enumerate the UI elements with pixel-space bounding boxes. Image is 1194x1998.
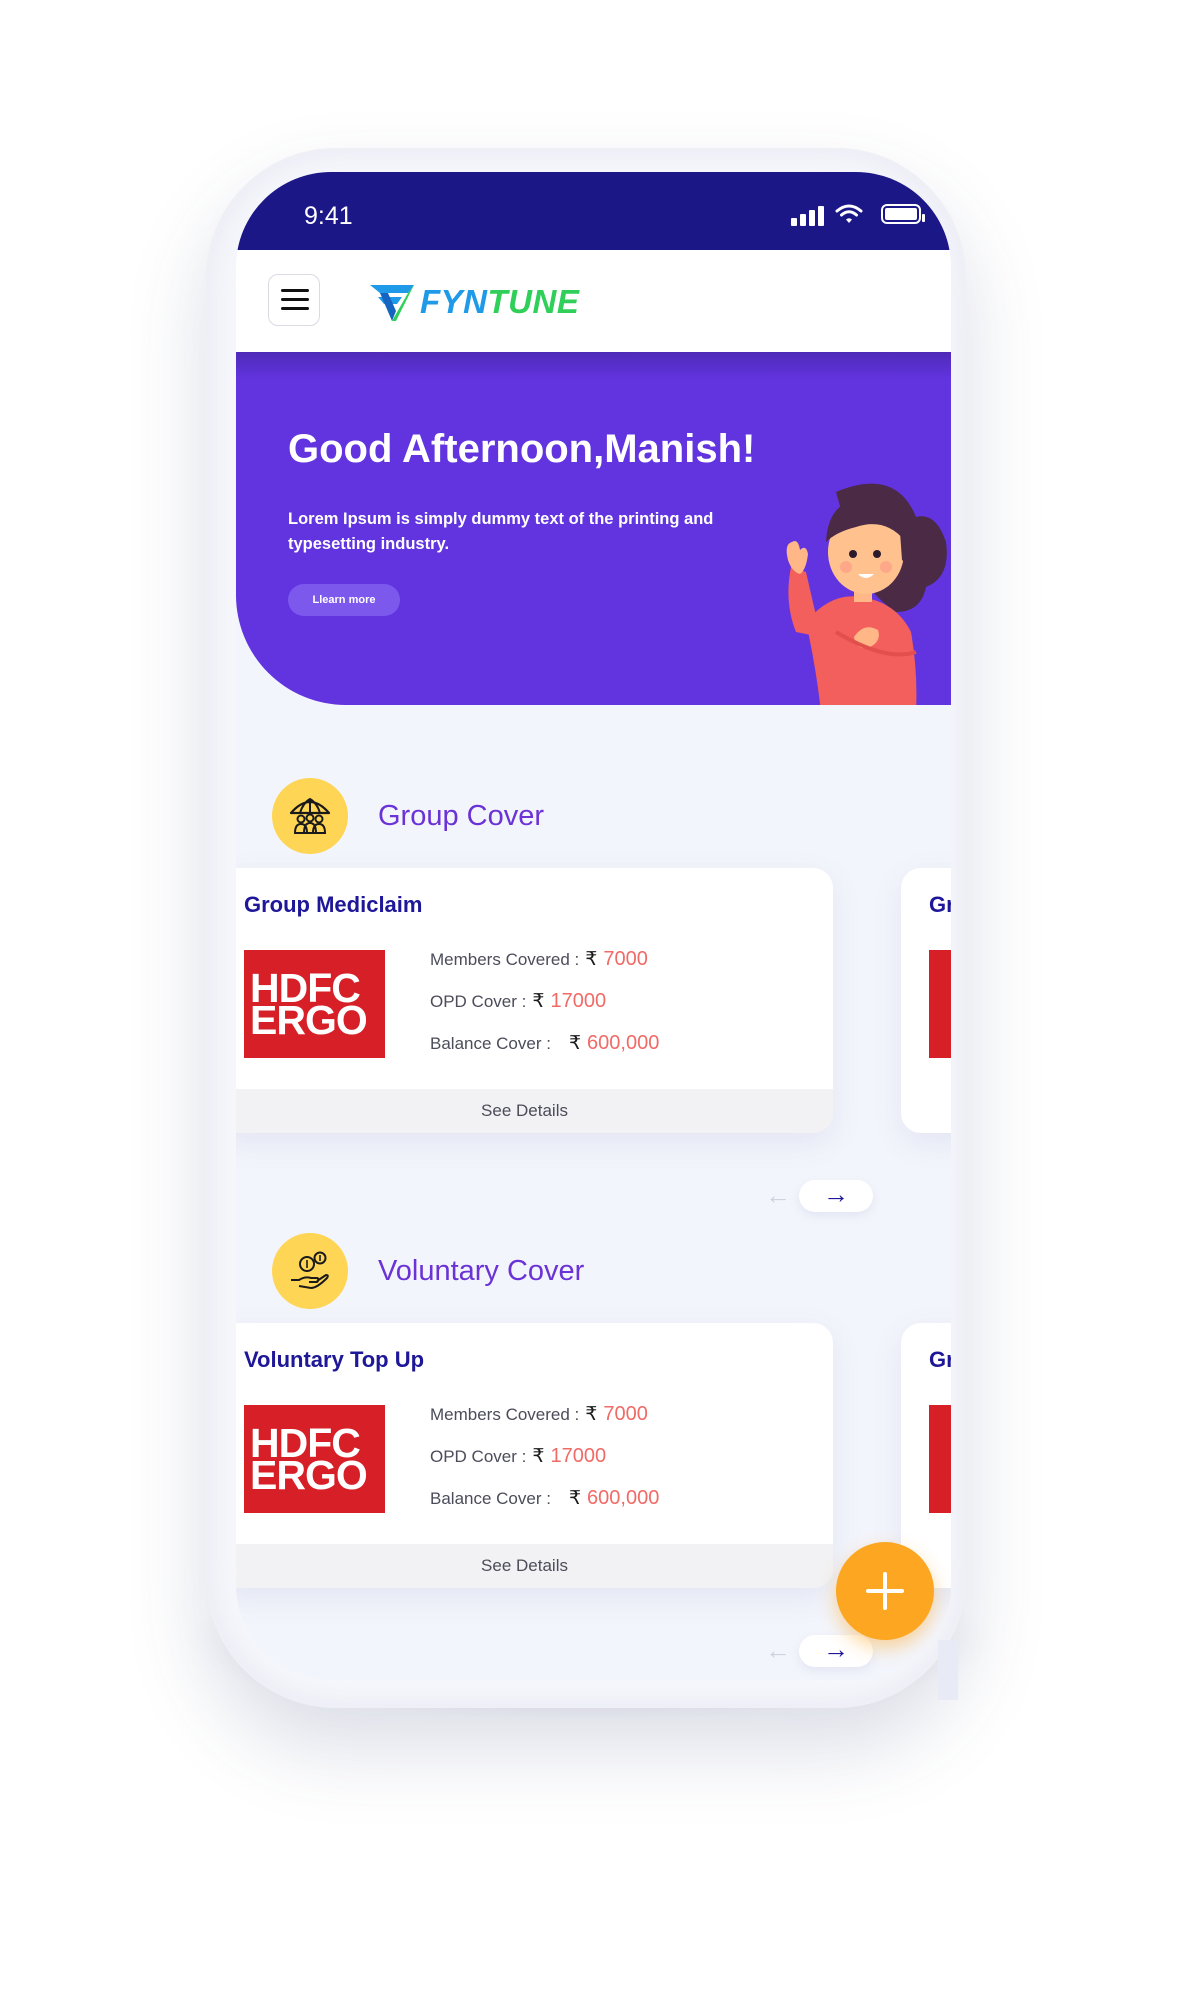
plus-icon — [866, 1572, 904, 1610]
logo-mark-icon — [370, 285, 414, 321]
battery-icon — [881, 204, 925, 224]
opd-cover: OPD Cover : ₹17000 — [430, 990, 607, 1012]
greeting-title: Good Afternoon,Manish! — [288, 427, 756, 471]
group-cover-title: Group Cover — [378, 799, 545, 832]
signal-icon — [791, 202, 831, 230]
hdfc-ergo-logo: HDFC ERGO — [244, 1405, 385, 1513]
see-details-button[interactable]: See Details — [236, 1544, 833, 1588]
umbrella-family-icon — [272, 778, 348, 854]
previous-arrow-button[interactable]: ← — [758, 1635, 798, 1667]
group-cover-header: Group Cover — [272, 777, 544, 855]
previous-arrow-button[interactable]: ← — [758, 1180, 798, 1212]
wifi-icon — [835, 204, 863, 223]
peek-insurer-logo — [929, 950, 951, 1058]
next-card-peek[interactable]: Gr — [901, 868, 951, 1133]
app-header: FYNTUNE — [236, 250, 951, 352]
hand-coins-icon — [272, 1233, 348, 1309]
next-arrow-button[interactable]: → — [799, 1180, 873, 1212]
balance-cover: Balance Cover : ₹600,000 — [430, 1487, 660, 1509]
status-bar: 9:41 — [236, 172, 951, 250]
add-fab-button[interactable] — [836, 1542, 934, 1640]
card-title: Group Mediclaim — [244, 892, 423, 917]
phone-screen: 9:41 FYNTUNE Good Afternoon,Manish! Lore… — [236, 172, 951, 1680]
voluntary-cover-title: Voluntary Cover — [378, 1254, 585, 1287]
card-title: Voluntary Top Up — [244, 1347, 425, 1372]
voluntary-cover-header: Voluntary Cover — [272, 1232, 584, 1310]
members-covered: Members Covered : ₹7000 — [430, 1403, 648, 1425]
status-time: 9:41 — [304, 202, 353, 230]
menu-button[interactable] — [268, 274, 320, 326]
voluntary-top-up-card[interactable]: Voluntary Top Up HDFC ERGO Members Cover… — [236, 1323, 833, 1588]
waving-girl-illustration — [786, 483, 947, 705]
opd-cover: OPD Cover : ₹17000 — [430, 1445, 607, 1467]
fyntune-logo: FYNTUNE — [368, 280, 579, 324]
frame-edge — [938, 1640, 958, 1700]
status-icons — [761, 202, 925, 230]
peek-card-title: Gr — [929, 1347, 951, 1372]
balance-cover: Balance Cover : ₹600,000 — [430, 1032, 660, 1054]
greeting-banner: Good Afternoon,Manish! Lorem Ipsum is si… — [236, 352, 951, 705]
see-details-button[interactable]: See Details — [236, 1089, 833, 1133]
group-mediclaim-card[interactable]: Group Mediclaim HDFC ERGO Members Covere… — [236, 868, 833, 1133]
hdfc-ergo-logo: HDFC ERGO — [244, 950, 385, 1058]
next-arrow-button[interactable]: → — [799, 1635, 873, 1667]
peek-insurer-logo — [929, 1405, 951, 1513]
members-covered: Members Covered : ₹7000 — [430, 948, 648, 970]
peek-card-title: Gr — [929, 892, 951, 917]
greeting-text: Lorem Ipsum is simply dummy text of the … — [288, 510, 714, 553]
learn-more-button[interactable]: Llearn more — [288, 584, 400, 616]
